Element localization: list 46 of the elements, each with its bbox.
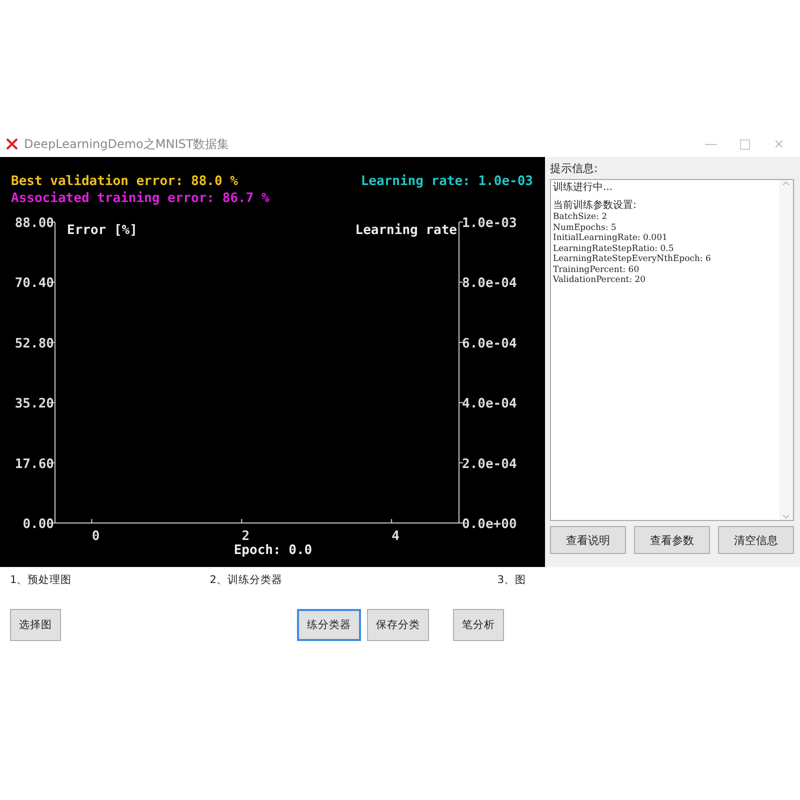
action-button[interactable]: 练分类器 bbox=[297, 609, 361, 641]
y-tick-label: 2.0e-04 bbox=[462, 456, 517, 472]
action-button[interactable]: 保存分类 bbox=[367, 609, 429, 641]
axis-title: Learning rate bbox=[355, 223, 457, 238]
section-label: 3、图 bbox=[497, 573, 526, 588]
y-tick-label: 0.00 bbox=[22, 517, 54, 532]
scroll-up-icon[interactable] bbox=[782, 180, 790, 186]
chart-header-text: Associated training error: 86.7 % bbox=[11, 191, 270, 206]
info-line: 训练进行中... bbox=[553, 182, 614, 194]
section-label: 1、预处理图 bbox=[10, 573, 72, 588]
info-line: TrainingPercent: 60 bbox=[553, 264, 640, 275]
info-button[interactable]: 清空信息 bbox=[718, 526, 794, 554]
x-tick-label: 0 bbox=[92, 529, 100, 544]
x-axis-label: Epoch: 0.0 bbox=[234, 543, 312, 558]
window-title: DeepLearningDemo之MNIST数据集 bbox=[24, 136, 230, 152]
info-textbox[interactable]: 训练进行中... 当前训练参数设置: BatchSize: 2 NumEpochs: 5 InitialLearningRate: 0.001 LearningRateStepRatio: 0.5 LearningRateStepEveryNthEpoch: 6 TrainingPercent: 60 ValidationPercent: 20 bbox=[550, 179, 794, 521]
y-tick-label: 70.40 bbox=[14, 276, 54, 292]
scroll-down-icon[interactable] bbox=[782, 514, 790, 520]
info-line: InitialLearningRate: 0.001 bbox=[553, 233, 668, 244]
info-line: NumEpochs: 5 bbox=[553, 222, 618, 233]
y-tick-label: 35.20 bbox=[14, 396, 54, 412]
action-button[interactable]: 笔分析 bbox=[453, 609, 504, 641]
info-label: 提示信息: bbox=[550, 161, 599, 176]
y-tick-label: 88.00 bbox=[14, 216, 54, 231]
chart-header-text: Learning rate: 1.0e-03 bbox=[360, 174, 533, 189]
y-tick-label: 6.0e-04 bbox=[462, 336, 517, 352]
y-tick-label: 52.80 bbox=[14, 336, 54, 352]
y-tick-label: 8.0e-04 bbox=[462, 276, 517, 292]
info-line: LearningRateStepEveryNthEpoch: 6 bbox=[553, 254, 712, 264]
x-tick-label: 2 bbox=[242, 529, 250, 544]
app-logo-icon bbox=[6, 138, 18, 150]
y-tick-label: 17.60 bbox=[14, 456, 54, 472]
axis-title: Error [%] bbox=[67, 223, 138, 238]
info-button[interactable]: 查看参数 bbox=[634, 526, 710, 554]
y-tick-label: 1.0e-03 bbox=[462, 216, 517, 231]
info-line: 当前训练参数设置: bbox=[553, 200, 638, 212]
info-button[interactable]: 查看说明 bbox=[550, 526, 626, 554]
section-label: 2、训练分类器 bbox=[210, 573, 282, 588]
action-button[interactable]: 选择图 bbox=[10, 609, 61, 641]
x-tick-label: 4 bbox=[392, 529, 400, 544]
y-tick-label: 4.0e-04 bbox=[462, 396, 517, 412]
info-line: BatchSize: 2 bbox=[553, 212, 608, 222]
info-line: LearningRateStepRatio: 0.5 bbox=[553, 244, 675, 254]
chart-header-text: Best validation error: 88.0 % bbox=[11, 174, 238, 189]
info-line: ValidationPercent: 20 bbox=[553, 275, 647, 286]
y-tick-label: 0.0e+00 bbox=[462, 517, 517, 532]
